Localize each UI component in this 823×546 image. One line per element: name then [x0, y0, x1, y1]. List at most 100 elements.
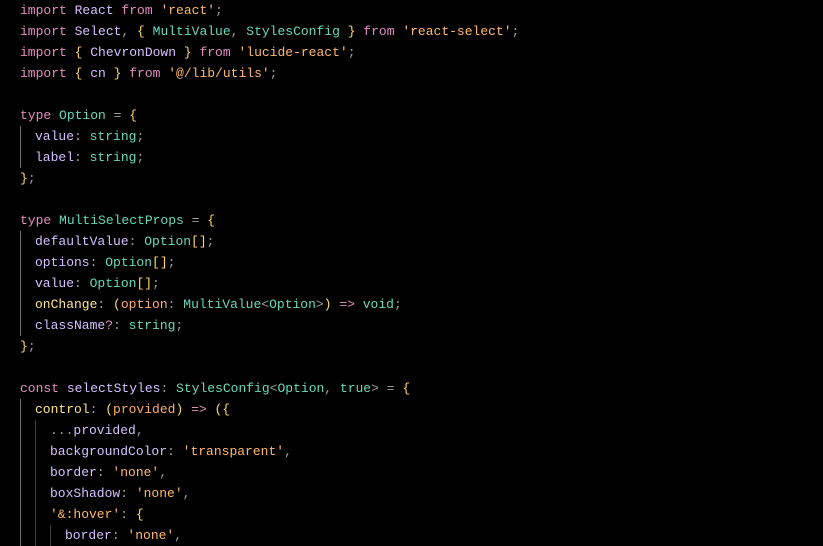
token-kw-type: MultiValue [153, 24, 231, 39]
token-punct: , [174, 528, 182, 543]
code-line[interactable] [20, 189, 823, 210]
token-param: provided [113, 402, 175, 417]
code-line[interactable]: value: string; [20, 126, 823, 147]
token-prop: backgroundColor [50, 444, 167, 459]
token-kw-control: import [20, 66, 75, 81]
token-punct: = [106, 108, 129, 123]
code-line[interactable]: border: 'none', [20, 525, 823, 546]
token-punct: : [112, 528, 128, 543]
token-punct: ; [28, 171, 36, 186]
token-punct: , [324, 381, 340, 396]
token-prop: value [35, 129, 74, 144]
token-brace: ) [324, 297, 332, 312]
token-prop: provided [73, 423, 135, 438]
code-line[interactable]: label: string; [20, 147, 823, 168]
token-kw-control: const [20, 381, 67, 396]
token-kw-type: Option [105, 255, 152, 270]
code-line[interactable]: type MultiSelectProps = { [20, 210, 823, 231]
token-punct: : [90, 255, 106, 270]
token-punct: ; [394, 297, 402, 312]
token-kw-type: Option [277, 381, 324, 396]
token-arrow: => [332, 297, 363, 312]
code-line[interactable]: onChange: (option: MultiValue<Option>) =… [20, 294, 823, 315]
token-prop: selectStyles [67, 381, 161, 396]
code-line[interactable]: import React from 'react'; [20, 0, 823, 21]
code-line[interactable]: backgroundColor: 'transparent', [20, 441, 823, 462]
token-punct: ; [512, 24, 520, 39]
token-kw-control: type [20, 213, 59, 228]
token-brace: } [20, 171, 28, 186]
token-kw-type: Option [90, 276, 137, 291]
code-line[interactable]: import Select, { MultiValue, StylesConfi… [20, 21, 823, 42]
token-brace: { [402, 381, 410, 396]
token-punct: : [97, 465, 113, 480]
token-brace: { [207, 213, 215, 228]
token-brace: } [106, 66, 122, 81]
token-variable: Select [75, 24, 122, 39]
token-punct: < [261, 297, 269, 312]
code-line[interactable]: control: (provided) => ({ [20, 399, 823, 420]
token-typename-decl: MultiSelectProps [59, 213, 184, 228]
token-variable: cn [90, 66, 106, 81]
code-line[interactable]: ...provided, [20, 420, 823, 441]
token-prop: boxShadow [50, 486, 120, 501]
token-string: 'lucide-react' [238, 45, 347, 60]
token-type-primitive: string [90, 150, 137, 165]
token-punct: ; [348, 45, 356, 60]
token-punct: ; [270, 66, 278, 81]
token-kw-type: void [363, 297, 394, 312]
token-punct: : [120, 507, 136, 522]
token-variable: React [75, 3, 114, 18]
token-string: 'none' [136, 486, 183, 501]
code-line[interactable]: }; [20, 168, 823, 189]
code-line[interactable]: boxShadow: 'none', [20, 483, 823, 504]
token-prop: border [50, 465, 97, 480]
token-string: '&:hover' [50, 507, 120, 522]
code-line[interactable]: type Option = { [20, 105, 823, 126]
token-arrow: => [183, 402, 214, 417]
token-kw-control: from [121, 66, 168, 81]
token-string: 'transparent' [183, 444, 284, 459]
token-prop: border [65, 528, 112, 543]
token-punct: ; [136, 150, 144, 165]
token-prop: value [35, 276, 74, 291]
code-line[interactable]: const selectStyles: StylesConfig<Option,… [20, 378, 823, 399]
token-brace: { [129, 108, 137, 123]
token-punct: : [129, 234, 145, 249]
token-kw-control: from [114, 3, 161, 18]
token-brace: [] [152, 255, 168, 270]
code-line[interactable]: '&:hover': { [20, 504, 823, 525]
token-punct: : [74, 276, 90, 291]
code-line[interactable]: import { ChevronDown } from 'lucide-reac… [20, 42, 823, 63]
code-line[interactable]: border: 'none', [20, 462, 823, 483]
token-punct: ; [168, 255, 176, 270]
code-line[interactable]: value: Option[]; [20, 273, 823, 294]
code-line[interactable]: }; [20, 336, 823, 357]
token-kw-type: Option [144, 234, 191, 249]
token-punct: > [316, 297, 324, 312]
token-brace: ( [113, 297, 121, 312]
code-line[interactable]: defaultValue: Option[]; [20, 231, 823, 252]
token-punct: = [184, 213, 207, 228]
token-punct: > [371, 381, 379, 396]
token-func: onChange [35, 297, 97, 312]
token-string: 'none' [112, 465, 159, 480]
code-line[interactable]: options: Option[]; [20, 252, 823, 273]
token-brace: } [20, 339, 28, 354]
token-brace: { [136, 507, 144, 522]
code-line[interactable]: className?: string; [20, 315, 823, 336]
token-brace: { [75, 45, 91, 60]
token-kw-control: from [356, 24, 403, 39]
token-punct: = [379, 381, 402, 396]
token-punct: ; [28, 339, 36, 354]
code-line[interactable]: import { cn } from '@/lib/utils'; [20, 63, 823, 84]
code-editor[interactable]: import React from 'react';import Select,… [0, 0, 823, 546]
code-line[interactable] [20, 84, 823, 105]
token-variable: ChevronDown [90, 45, 176, 60]
token-punct: : [167, 444, 183, 459]
token-punct: ... [50, 423, 73, 438]
token-kw-type: StylesConfig [246, 24, 340, 39]
code-line[interactable] [20, 357, 823, 378]
token-punct: : [168, 297, 184, 312]
token-type-primitive: string [90, 129, 137, 144]
